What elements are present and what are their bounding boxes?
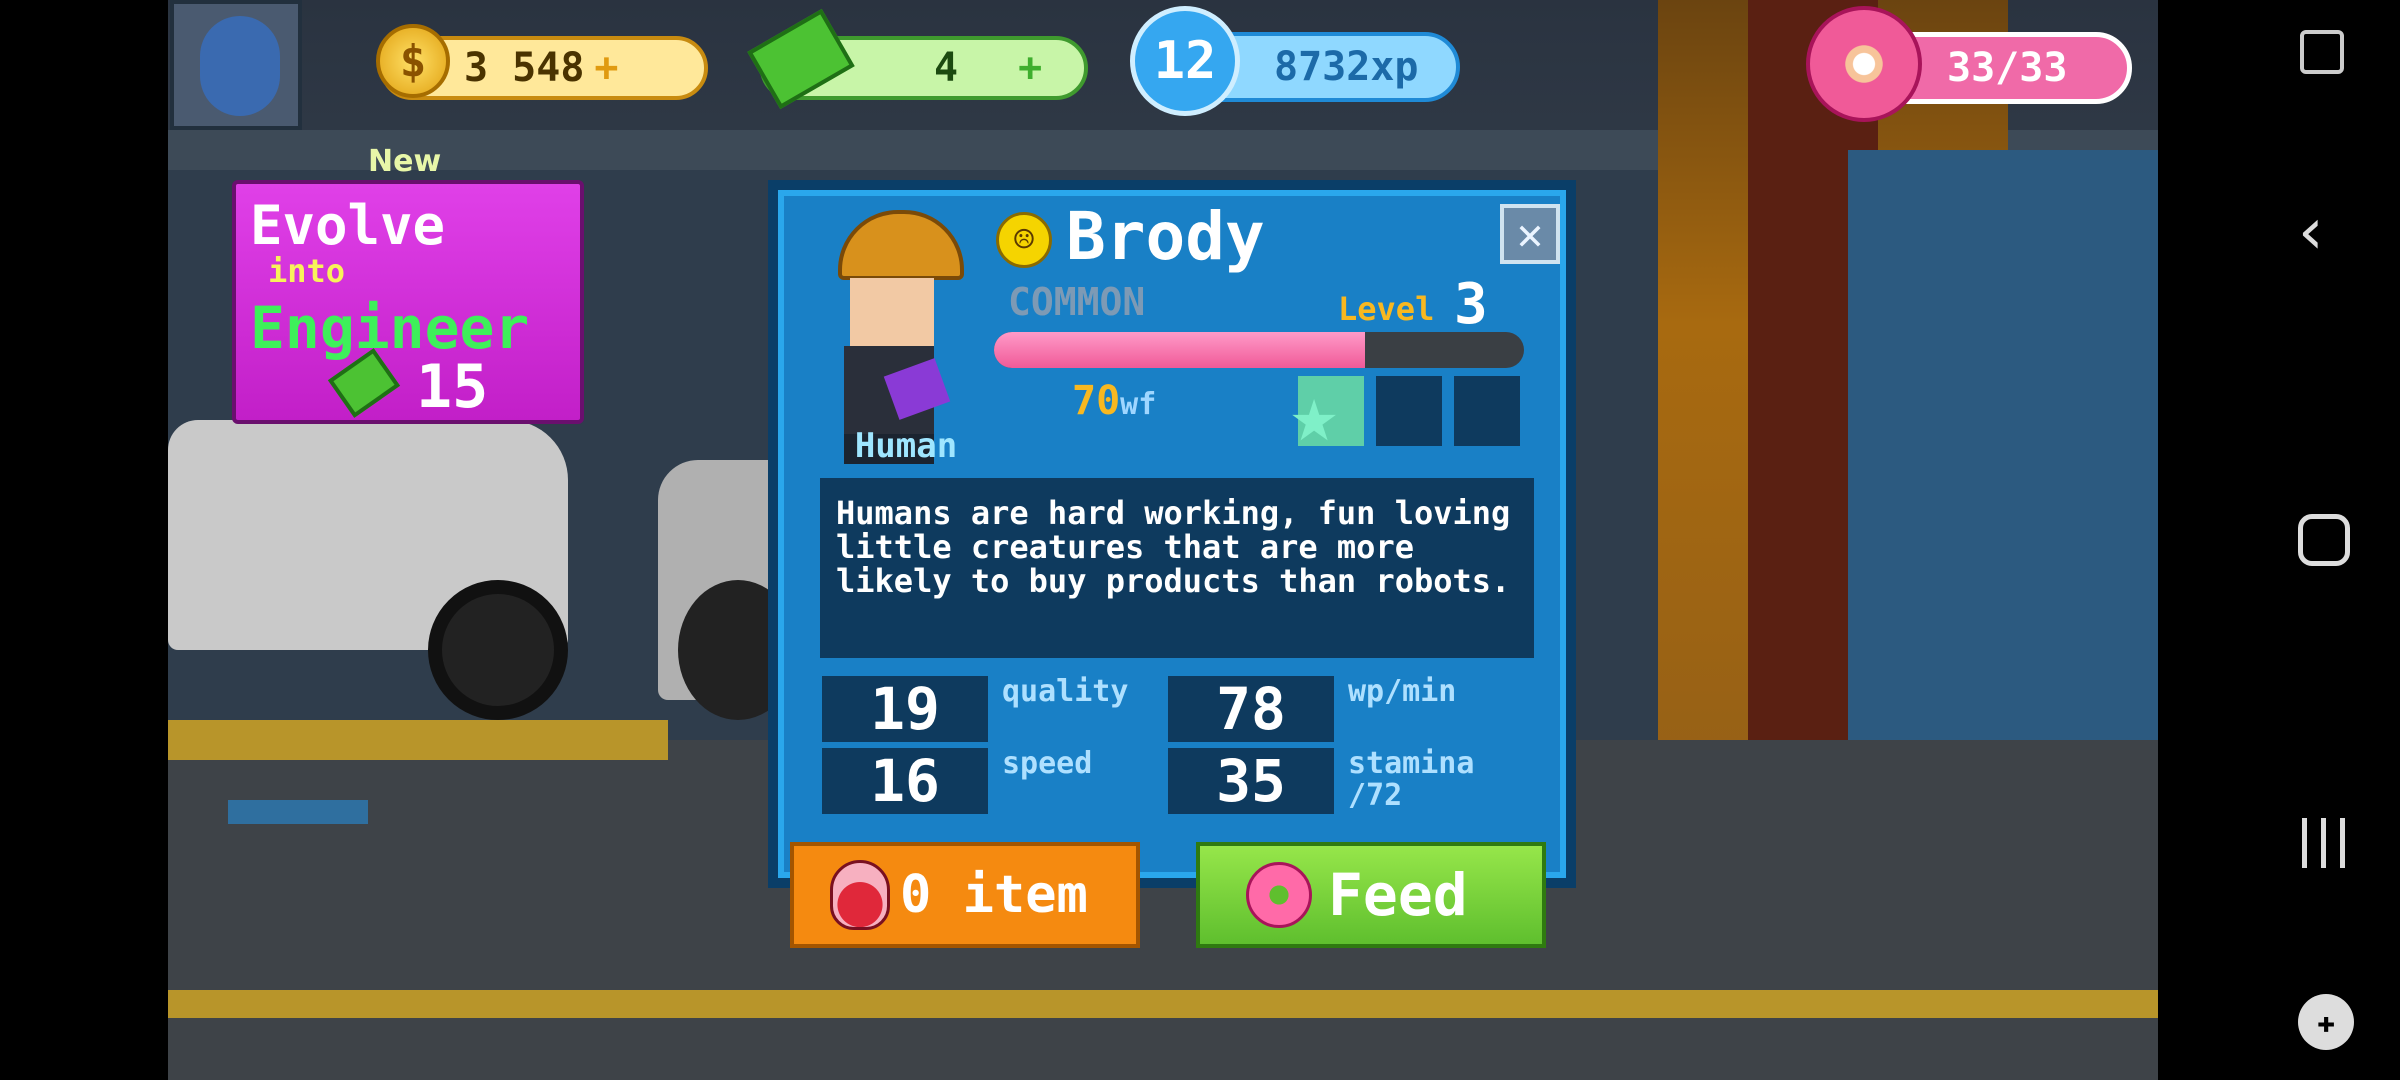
- system-nav-bar: ‹ ✚: [2158, 0, 2400, 1080]
- species-label: Human: [854, 426, 958, 466]
- level-value: 3: [1454, 272, 1488, 337]
- donut-icon: [1246, 862, 1312, 928]
- add-cash-button[interactable]: +: [1018, 45, 1042, 91]
- evolve-title: Evolve: [250, 194, 446, 257]
- wpmin-value: 78: [1168, 675, 1334, 743]
- evolve-cost-value: 15: [416, 352, 489, 422]
- xp-level-value: 12: [1153, 31, 1217, 91]
- recents-icon[interactable]: [2300, 818, 2348, 868]
- quality-value: 19: [822, 675, 988, 743]
- level-progress-bar: [994, 332, 1524, 368]
- stamina-label-group: stamina /72: [1348, 748, 1474, 812]
- stamina-value: 35: [1168, 747, 1334, 815]
- evolve-card[interactable]: Evolve into Engineer 15: [232, 180, 584, 424]
- xp-level-star: 12: [1130, 6, 1240, 116]
- quality-label: quality: [1002, 674, 1129, 709]
- wf-readout: 70wf: [1072, 378, 1156, 424]
- dollar-coin-icon: $: [376, 24, 450, 98]
- wf-value: 70: [1072, 378, 1121, 424]
- rarity-label: COMMON: [1008, 280, 1146, 324]
- close-icon[interactable]: ✕: [1500, 204, 1560, 264]
- game-tools-icon[interactable]: ✚: [2298, 994, 2354, 1050]
- player-avatar[interactable]: [170, 0, 302, 130]
- level-progress-fill: [994, 332, 1365, 368]
- lift-platform: [168, 720, 668, 760]
- donut-value: 33/33: [1947, 45, 2068, 91]
- car-wheel: [428, 580, 568, 720]
- cash-value: 4: [934, 45, 959, 91]
- worker-info-dialog: Human ☹ Brody ✕ COMMON Level 3 70wf ★ Hu…: [768, 180, 1576, 888]
- sad-face-icon: ☹: [996, 212, 1052, 268]
- donut-icon: [1806, 6, 1922, 122]
- star-slot-empty: [1454, 376, 1520, 446]
- item-button[interactable]: 0 item: [790, 842, 1140, 948]
- potion-icon: [830, 860, 890, 930]
- species-description: Humans are hard working, fun loving litt…: [820, 478, 1534, 658]
- item-button-label: 0 item: [900, 865, 1088, 925]
- hard-hat-icon: [838, 210, 964, 280]
- new-badge: New: [368, 144, 442, 179]
- speed-label: speed: [1002, 746, 1093, 781]
- floor-stripe: [168, 990, 2158, 1018]
- avatar-silhouette: [200, 16, 280, 116]
- xp-value: 8732xp: [1274, 44, 1419, 90]
- evolve-into-label: into: [268, 252, 346, 290]
- arrow-floor-marker: [228, 800, 368, 824]
- wf-unit: wf: [1120, 387, 1157, 422]
- wpmin-label: wp/min: [1348, 674, 1457, 709]
- star-icon: ★: [1290, 367, 1339, 460]
- character-face: [850, 278, 934, 348]
- stamina-label: stamina: [1348, 746, 1475, 781]
- screen-touch-lock-icon[interactable]: [2300, 30, 2344, 74]
- coins-value: 3 548: [464, 45, 585, 91]
- home-icon[interactable]: [2298, 514, 2350, 566]
- speed-value: 16: [822, 747, 988, 815]
- star-slot-empty: [1376, 376, 1442, 446]
- add-coins-button[interactable]: +: [594, 45, 618, 91]
- level-label: Level: [1338, 290, 1435, 328]
- stamina-max: /72: [1348, 778, 1403, 813]
- back-icon[interactable]: ‹: [2298, 200, 2324, 264]
- worker-name: Brody: [1066, 198, 1265, 275]
- feed-button-label: Feed: [1328, 861, 1468, 929]
- feed-button[interactable]: Feed: [1196, 842, 1546, 948]
